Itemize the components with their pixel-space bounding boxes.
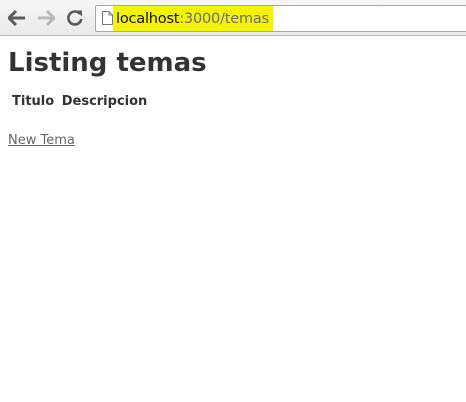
url-host: localhost (116, 11, 180, 27)
reload-icon (67, 10, 83, 26)
column-header-descripcion: Descripcion (61, 94, 148, 109)
browser-toolbar: localhost:3000/temas (0, 0, 466, 36)
forward-button[interactable] (35, 7, 57, 29)
back-arrow-icon (8, 10, 25, 26)
url-path: :3000/temas (179, 11, 269, 27)
back-button[interactable] (6, 7, 28, 29)
url-text: localhost:3000/temas (116, 10, 269, 28)
page-title: Listing temas (8, 48, 207, 78)
column-header-titulo: Titulo (12, 94, 55, 109)
forward-arrow-icon (38, 10, 55, 26)
new-tema-link[interactable]: New Tema (8, 133, 75, 148)
page-icon (102, 11, 113, 25)
address-bar[interactable]: localhost:3000/temas (95, 5, 466, 32)
reload-button[interactable] (64, 7, 86, 29)
table-header-row: Titulo Descripcion (12, 94, 147, 109)
